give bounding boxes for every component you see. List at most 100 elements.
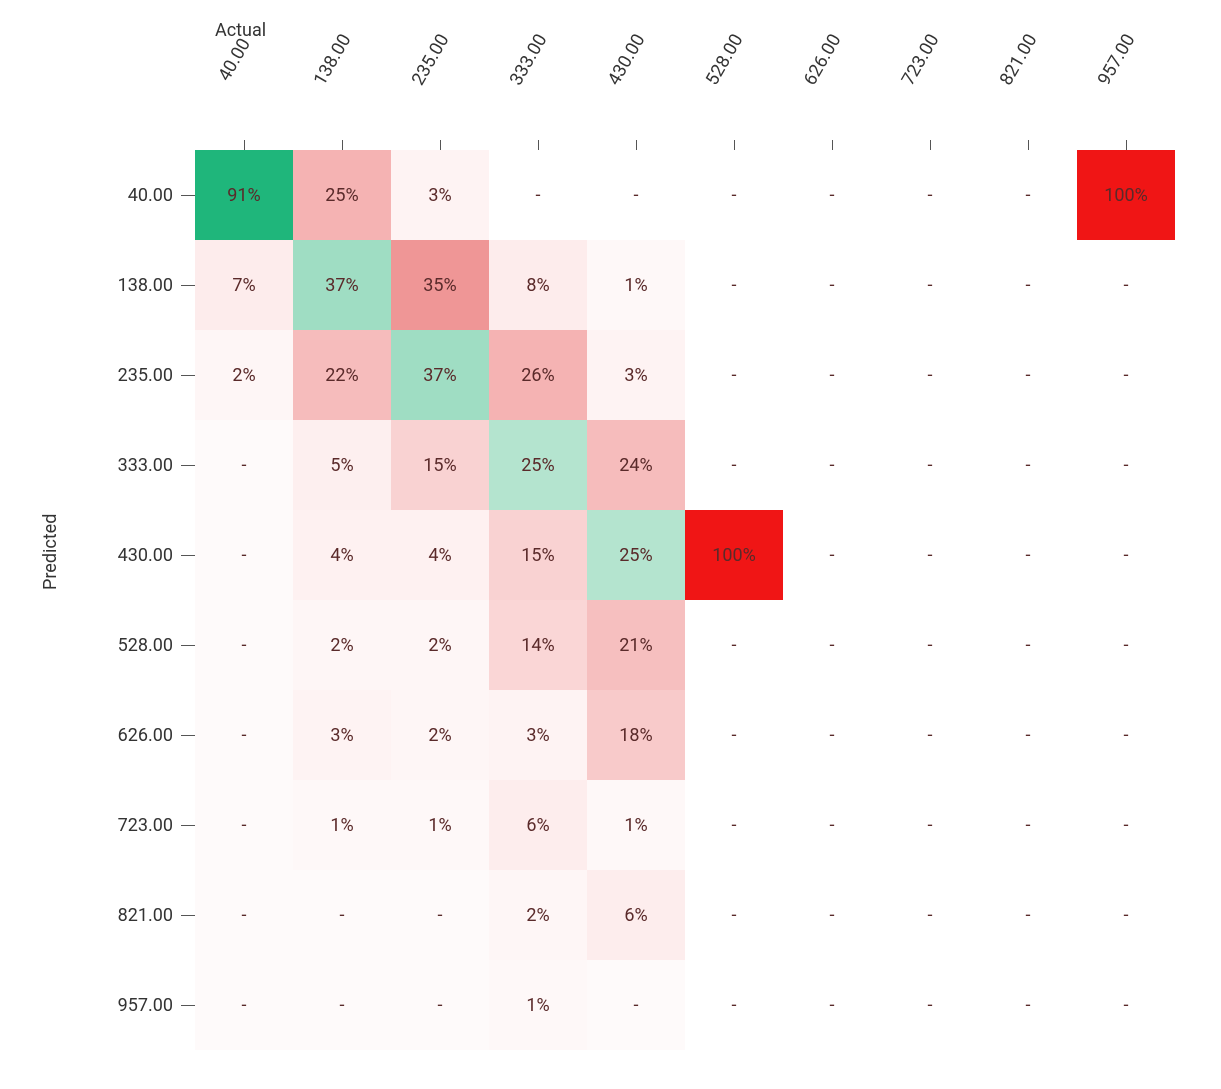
- x-tick-label: 333.00: [506, 31, 552, 89]
- heatmap-cell: 1%: [489, 960, 587, 1050]
- heatmap-cell: 25%: [293, 150, 391, 240]
- tick-mark: [181, 285, 195, 286]
- x-tick-label: 626.00: [800, 31, 846, 89]
- x-tick: 333.00: [489, 50, 587, 140]
- x-tick-label: 138.00: [310, 31, 356, 89]
- tick-mark: [244, 140, 245, 150]
- tick-mark: [440, 140, 441, 150]
- heatmap-cell: 1%: [391, 780, 489, 870]
- heatmap-grid: 91%25%3%------100%7%37%35%8%1%-----2%22%…: [195, 150, 1175, 1050]
- heatmap-cell: 5%: [293, 420, 391, 510]
- heatmap-cell: 100%: [1077, 150, 1175, 240]
- heatmap-cell: -: [783, 600, 881, 690]
- y-tick-label: 528.00: [118, 635, 173, 656]
- heatmap-cell: 1%: [587, 780, 685, 870]
- y-tick-label: 821.00: [118, 905, 173, 926]
- heatmap-cell: -: [293, 870, 391, 960]
- tick-mark: [181, 555, 195, 556]
- heatmap-cell: -: [587, 150, 685, 240]
- heatmap-cell: 25%: [587, 510, 685, 600]
- heatmap-cell: -: [783, 150, 881, 240]
- x-tick-label: 430.00: [604, 31, 650, 89]
- heatmap-cell: -: [685, 690, 783, 780]
- tick-mark: [538, 140, 539, 150]
- heatmap-cell: -: [783, 960, 881, 1050]
- heatmap-cell: -: [979, 960, 1077, 1050]
- heatmap-cell: 26%: [489, 330, 587, 420]
- heatmap-cell: 2%: [293, 600, 391, 690]
- heatmap-cell: 18%: [587, 690, 685, 780]
- heatmap-cell: -: [195, 780, 293, 870]
- heatmap-cell: -: [979, 690, 1077, 780]
- heatmap-cell: -: [195, 420, 293, 510]
- tick-mark: [181, 825, 195, 826]
- heatmap-cell: -: [195, 690, 293, 780]
- heatmap-cell: 1%: [293, 780, 391, 870]
- y-tick-label: 235.00: [118, 365, 173, 386]
- heatmap-cell: -: [685, 960, 783, 1050]
- y-tick: 138.00: [80, 240, 195, 330]
- heatmap-cell: -: [783, 420, 881, 510]
- heatmap-cell: 2%: [195, 330, 293, 420]
- x-tick: 235.00: [391, 50, 489, 140]
- heatmap-cell: -: [1077, 420, 1175, 510]
- heatmap-cell: -: [881, 330, 979, 420]
- y-tick: 821.00: [80, 870, 195, 960]
- heatmap-cell: 3%: [489, 690, 587, 780]
- heatmap-cell: -: [685, 330, 783, 420]
- y-tick-label: 333.00: [118, 455, 173, 476]
- heatmap-cell: -: [783, 510, 881, 600]
- y-tick: 528.00: [80, 600, 195, 690]
- heatmap-cell: -: [391, 870, 489, 960]
- tick-mark: [342, 140, 343, 150]
- y-tick-label: 40.00: [128, 185, 173, 206]
- tick-mark: [181, 735, 195, 736]
- heatmap-cell: -: [881, 600, 979, 690]
- x-tick: 430.00: [587, 50, 685, 140]
- y-tick: 235.00: [80, 330, 195, 420]
- y-tick: 723.00: [80, 780, 195, 870]
- heatmap-cell: -: [195, 510, 293, 600]
- y-tick: 957.00: [80, 960, 195, 1050]
- x-tick-label: 821.00: [996, 31, 1042, 89]
- heatmap-cell: -: [1077, 690, 1175, 780]
- heatmap-cell: 4%: [391, 510, 489, 600]
- x-tick: 821.00: [979, 50, 1077, 140]
- heatmap-cell: 2%: [489, 870, 587, 960]
- heatmap-cell: 4%: [293, 510, 391, 600]
- heatmap-cell: -: [783, 870, 881, 960]
- tick-mark: [734, 140, 735, 150]
- heatmap-cell: -: [489, 150, 587, 240]
- heatmap-cell: -: [783, 780, 881, 870]
- heatmap-cell: -: [1077, 780, 1175, 870]
- heatmap-cell: 6%: [489, 780, 587, 870]
- tick-mark: [181, 375, 195, 376]
- x-tick: 626.00: [783, 50, 881, 140]
- x-tick: 723.00: [881, 50, 979, 140]
- heatmap-cell: -: [881, 240, 979, 330]
- heatmap-cell: -: [979, 240, 1077, 330]
- heatmap-cell: -: [979, 150, 1077, 240]
- tick-mark: [181, 645, 195, 646]
- heatmap-cell: 3%: [293, 690, 391, 780]
- heatmap-cell: 37%: [293, 240, 391, 330]
- y-tick-label: 957.00: [118, 995, 173, 1016]
- heatmap-cell: 22%: [293, 330, 391, 420]
- tick-mark: [1126, 140, 1127, 150]
- tick-mark: [930, 140, 931, 150]
- y-tick: 40.00: [80, 150, 195, 240]
- x-tick-label: 235.00: [408, 31, 454, 89]
- heatmap-cell: 100%: [685, 510, 783, 600]
- heatmap-cell: -: [1077, 960, 1175, 1050]
- heatmap-cell: -: [881, 690, 979, 780]
- heatmap-cell: 3%: [587, 330, 685, 420]
- heatmap-cell: -: [979, 510, 1077, 600]
- heatmap-cell: -: [685, 870, 783, 960]
- heatmap-cell: -: [685, 780, 783, 870]
- tick-mark: [832, 140, 833, 150]
- heatmap-cell: -: [979, 420, 1077, 510]
- heatmap-cell: 15%: [391, 420, 489, 510]
- heatmap-cell: 25%: [489, 420, 587, 510]
- heatmap-cell: -: [195, 600, 293, 690]
- y-tick: 333.00: [80, 420, 195, 510]
